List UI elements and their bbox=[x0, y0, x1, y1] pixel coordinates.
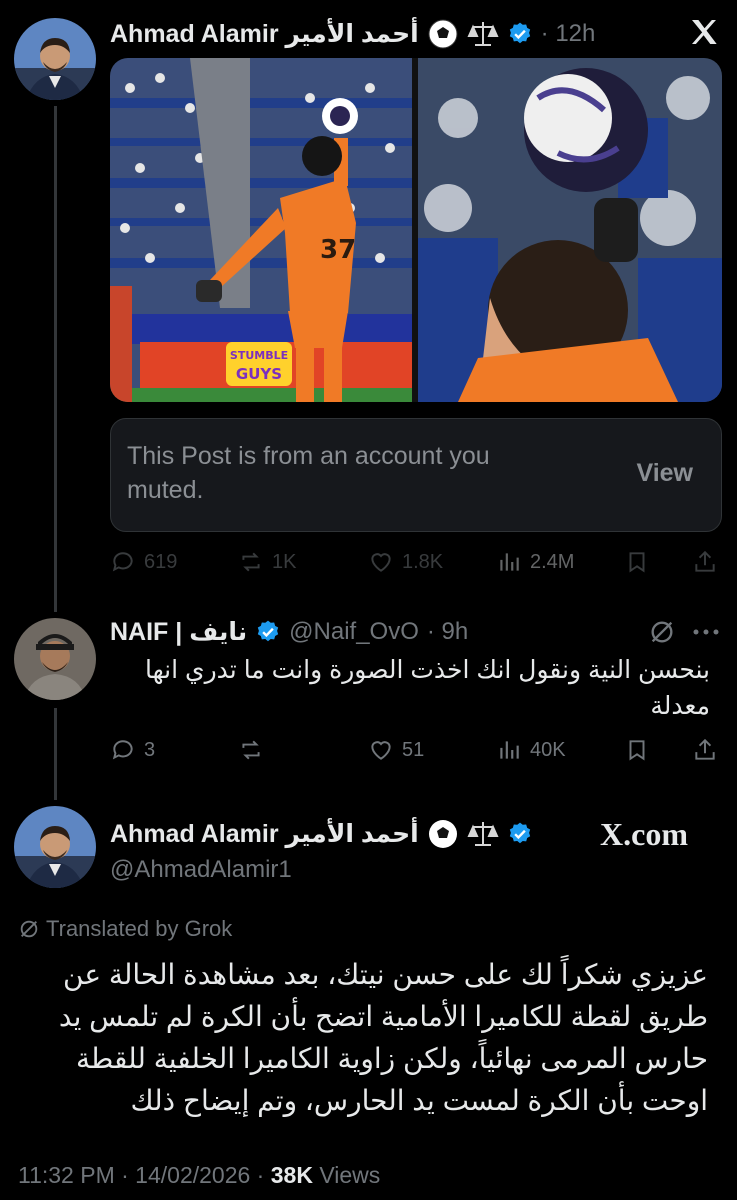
post-footer: 11:32 PM · 14/02/2026 · 38K Views bbox=[18, 1162, 380, 1189]
share-icon bbox=[695, 738, 715, 760]
verified-badge-icon bbox=[255, 619, 281, 645]
translated-label[interactable]: Translated by Grok bbox=[18, 916, 232, 942]
like-count: 51 bbox=[402, 738, 425, 761]
avatar[interactable] bbox=[14, 18, 96, 100]
scales-icon bbox=[467, 18, 499, 50]
author-name[interactable]: Ahmad Alamir أحمد الأمير bbox=[110, 19, 419, 49]
avatar[interactable] bbox=[14, 806, 96, 888]
view-count: 2.4M bbox=[530, 550, 575, 573]
view-button[interactable]: View bbox=[636, 459, 693, 488]
verified-badge-icon bbox=[507, 21, 533, 47]
post-view-count: 38K bbox=[270, 1162, 313, 1188]
bookmark-button[interactable] bbox=[624, 549, 650, 575]
sponsor-text-line2: GUYS bbox=[236, 365, 282, 383]
media-grid[interactable]: STUMBLE GUYS 37 bbox=[110, 58, 722, 402]
reply-count: 3 bbox=[144, 738, 156, 761]
x-com-text: X.com bbox=[600, 816, 688, 852]
share-icon bbox=[695, 550, 715, 572]
muted-quote-card[interactable]: This Post is from an account you muted. … bbox=[110, 418, 722, 532]
grok-icon[interactable] bbox=[648, 618, 676, 646]
tweet-header: Ahmad Alamir أحمد الأمير bbox=[110, 816, 533, 852]
tweet-header: Ahmad Alamir أحمد الأمير · 12h bbox=[110, 16, 595, 52]
x-logo-icon[interactable] bbox=[688, 16, 720, 48]
author-handle[interactable]: @Naif_OvO bbox=[289, 618, 419, 646]
like-count: 1.8K bbox=[402, 550, 444, 573]
bookmark-icon bbox=[629, 740, 645, 761]
reply-count: 619 bbox=[144, 550, 178, 573]
views-button[interactable]: 2.4M bbox=[496, 549, 574, 575]
scales-icon bbox=[467, 818, 499, 850]
heart-icon bbox=[371, 741, 391, 760]
avatar[interactable] bbox=[14, 618, 96, 700]
grok-icon bbox=[20, 920, 38, 938]
reply-button[interactable]: 3 bbox=[110, 737, 155, 763]
repost-button[interactable] bbox=[238, 737, 272, 763]
media-photo-left[interactable]: STUMBLE GUYS 37 bbox=[110, 58, 412, 402]
post-time[interactable]: · 9h bbox=[427, 618, 468, 646]
post-view-label: Views bbox=[312, 1162, 381, 1188]
tweet-actions: 619 1K 1.8K 2.4M bbox=[110, 542, 720, 582]
share-button[interactable] bbox=[692, 737, 718, 763]
reply-icon bbox=[112, 740, 133, 760]
thread-line bbox=[54, 106, 57, 612]
share-button[interactable] bbox=[692, 549, 718, 575]
tweet-header: NAIF | نايف @Naif_OvO · 9h bbox=[110, 614, 468, 650]
views-button[interactable]: 40K bbox=[496, 737, 566, 763]
more-options-icon[interactable] bbox=[690, 618, 722, 646]
muted-notice-text: This Post is from an account you muted. bbox=[127, 442, 490, 504]
author-name[interactable]: Ahmad Alamir أحمد الأمير bbox=[110, 819, 419, 849]
author-handle[interactable]: @AhmadAlamir1 bbox=[110, 856, 292, 884]
bookmark-icon bbox=[629, 552, 645, 573]
tweet-actions: 3 51 40K bbox=[110, 730, 720, 770]
soccer-ball-icon bbox=[427, 818, 459, 850]
view-count: 40K bbox=[530, 738, 566, 761]
bookmark-button[interactable] bbox=[624, 737, 650, 763]
views-icon bbox=[500, 553, 519, 571]
sponsor-text-line1: STUMBLE bbox=[230, 349, 288, 362]
tweet-text: عزيزي شكراً لك على حسن نيتك، بعد مشاهدة … bbox=[58, 959, 708, 1116]
tweet-text: بنحسن النية ونقول انك اخذت الصورة وانت م… bbox=[145, 656, 710, 720]
jersey-number: 37 bbox=[320, 235, 356, 265]
thread-line bbox=[54, 708, 57, 800]
views-icon bbox=[500, 741, 519, 759]
heart-icon bbox=[371, 553, 391, 572]
media-photo-right[interactable] bbox=[418, 58, 722, 402]
x-com-watermark: X.com bbox=[600, 816, 688, 853]
translated-label-text: Translated by Grok bbox=[46, 916, 233, 941]
soccer-ball-icon bbox=[427, 18, 459, 50]
repost-icon bbox=[242, 740, 260, 760]
repost-button[interactable]: 1K bbox=[238, 549, 296, 575]
post-time[interactable]: · 12h bbox=[541, 20, 596, 48]
like-button[interactable]: 1.8K bbox=[368, 549, 443, 575]
repost-icon bbox=[242, 552, 260, 572]
verified-badge-icon bbox=[507, 821, 533, 847]
reply-button[interactable]: 619 bbox=[110, 549, 177, 575]
reply-icon bbox=[112, 552, 133, 572]
author-name[interactable]: NAIF | نايف bbox=[110, 617, 247, 647]
post-timestamp[interactable]: 11:32 PM · 14/02/2026 · bbox=[18, 1162, 271, 1188]
like-button[interactable]: 51 bbox=[368, 737, 424, 763]
repost-count: 1K bbox=[272, 550, 297, 573]
